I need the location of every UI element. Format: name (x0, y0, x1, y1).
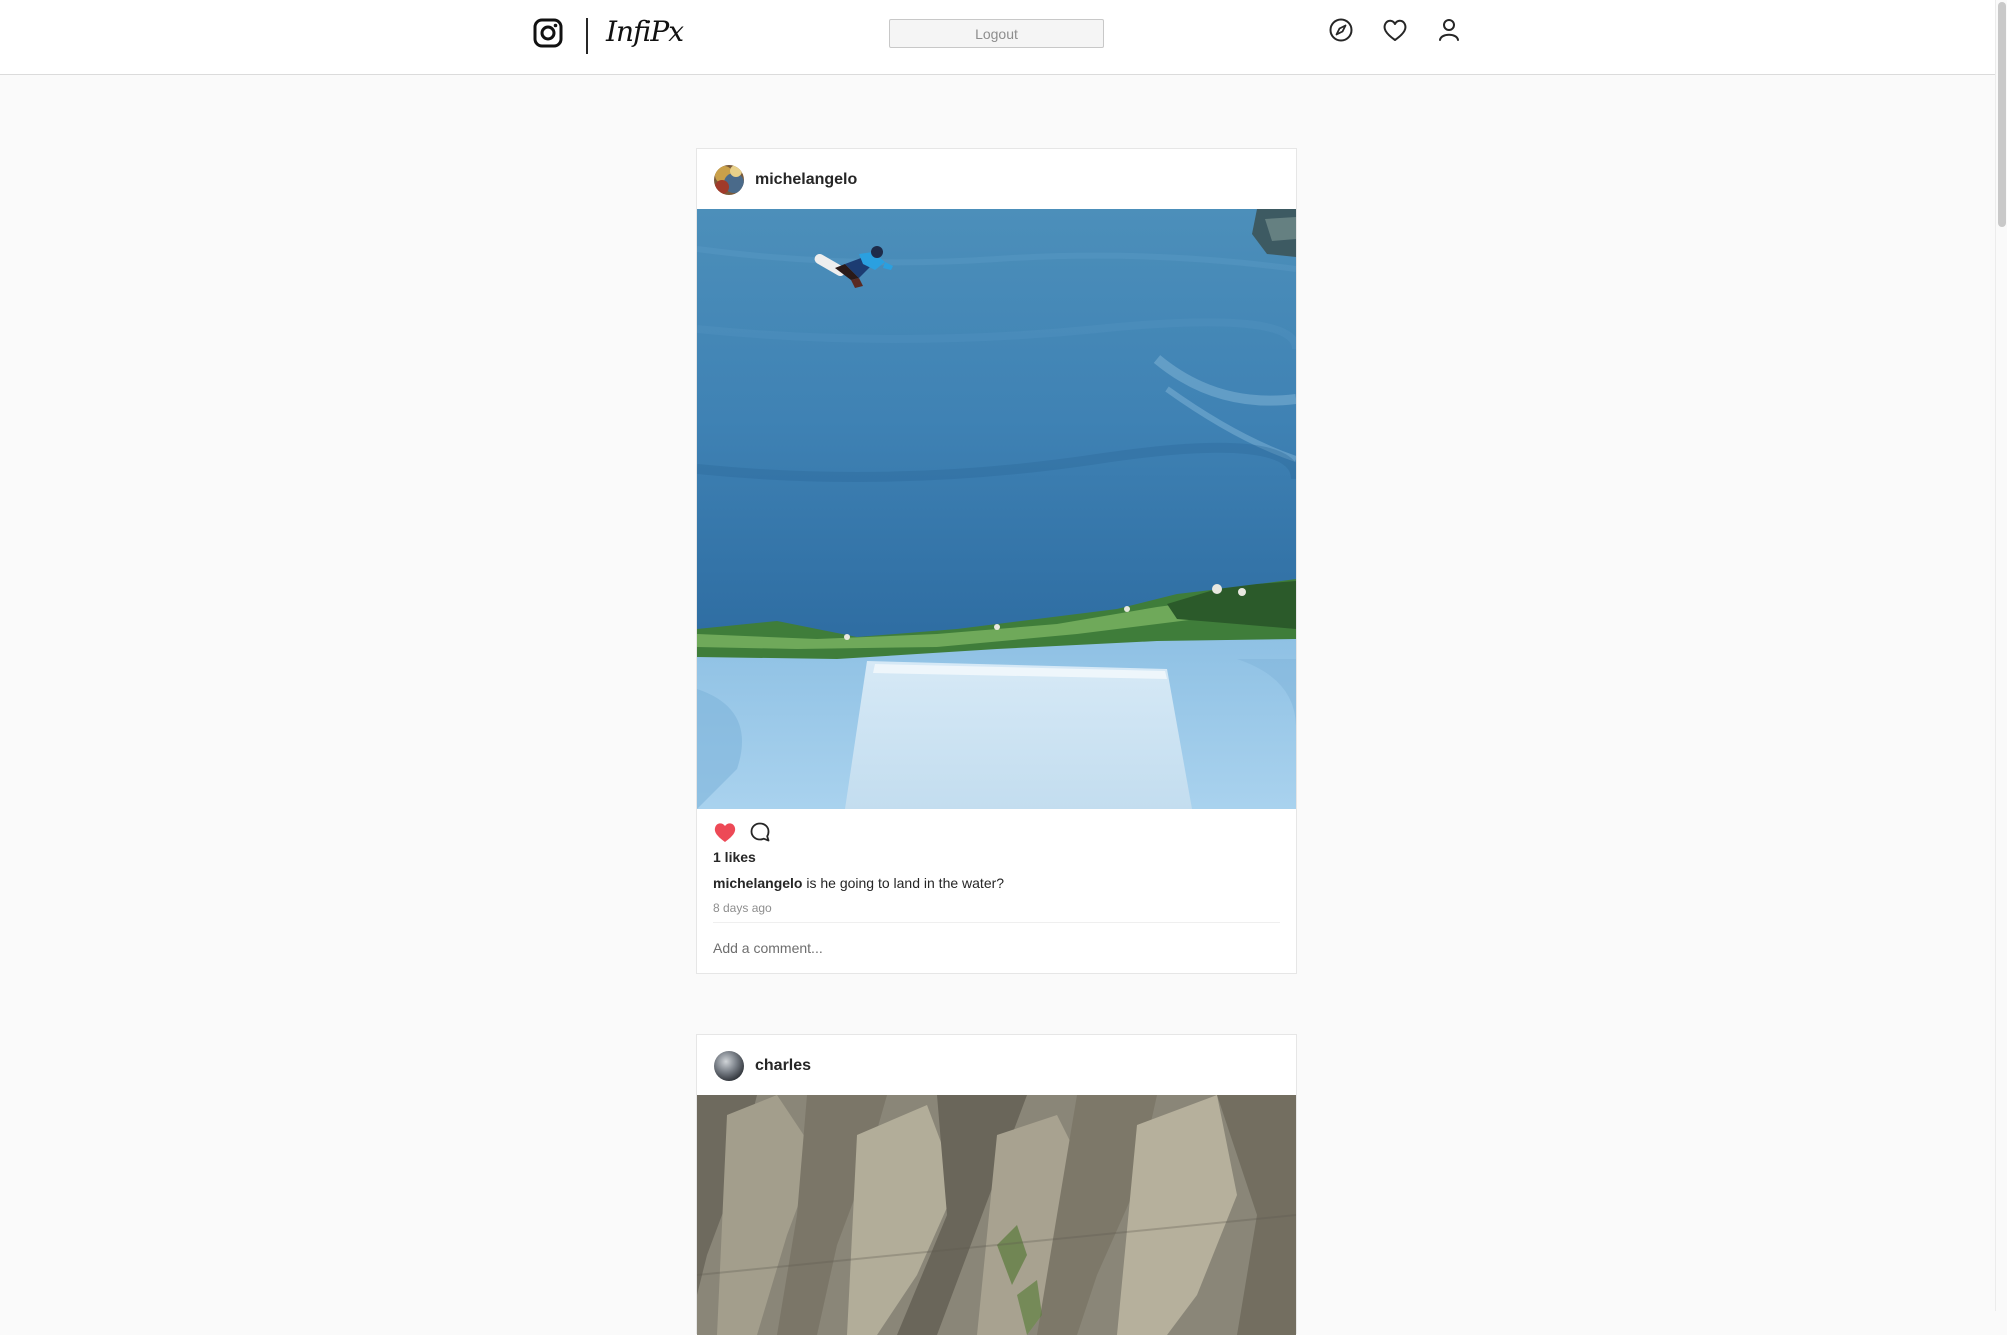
user-icon[interactable] (1435, 16, 1463, 44)
post-username[interactable]: charles (755, 1057, 811, 1075)
heart-icon[interactable] (1381, 16, 1409, 44)
avatar[interactable] (714, 165, 744, 195)
post-timestamp: 8 days ago (713, 901, 772, 915)
instagram-icon[interactable] (532, 17, 564, 49)
comment-icon[interactable] (749, 821, 771, 843)
feed-post: michelangelo 1 likes michelangelo is he … (696, 148, 1297, 974)
logout-button[interactable]: Logout (889, 19, 1104, 48)
compass-icon[interactable] (1327, 16, 1355, 44)
app-wordmark[interactable]: InfiPx (606, 15, 684, 48)
post-header: michelangelo (697, 149, 1296, 209)
feed-post: charles (696, 1034, 1297, 1335)
post-photo[interactable] (697, 209, 1296, 809)
post-photo[interactable] (697, 1095, 1296, 1335)
caption-username[interactable]: michelangelo (713, 875, 802, 891)
caption-text: is he going to land in the water? (802, 875, 1005, 891)
likes-count[interactable]: 1 likes (713, 849, 756, 865)
add-comment-input[interactable]: Add a comment... (713, 922, 1280, 973)
logo-divider (586, 18, 588, 54)
post-actions (697, 809, 1296, 849)
liked-heart-icon[interactable] (713, 821, 737, 843)
avatar[interactable] (714, 1051, 744, 1081)
post-username[interactable]: michelangelo (755, 171, 857, 189)
post-caption: michelangelo is he going to land in the … (697, 875, 1296, 899)
timestamp-row: 8 days ago (697, 899, 1296, 915)
post-header: charles (697, 1035, 1296, 1095)
top-navigation-bar: InfiPx Logout (0, 0, 1995, 75)
likes-row: 1 likes (697, 849, 1296, 875)
scrollbar-thumb[interactable] (1998, 2, 2006, 227)
